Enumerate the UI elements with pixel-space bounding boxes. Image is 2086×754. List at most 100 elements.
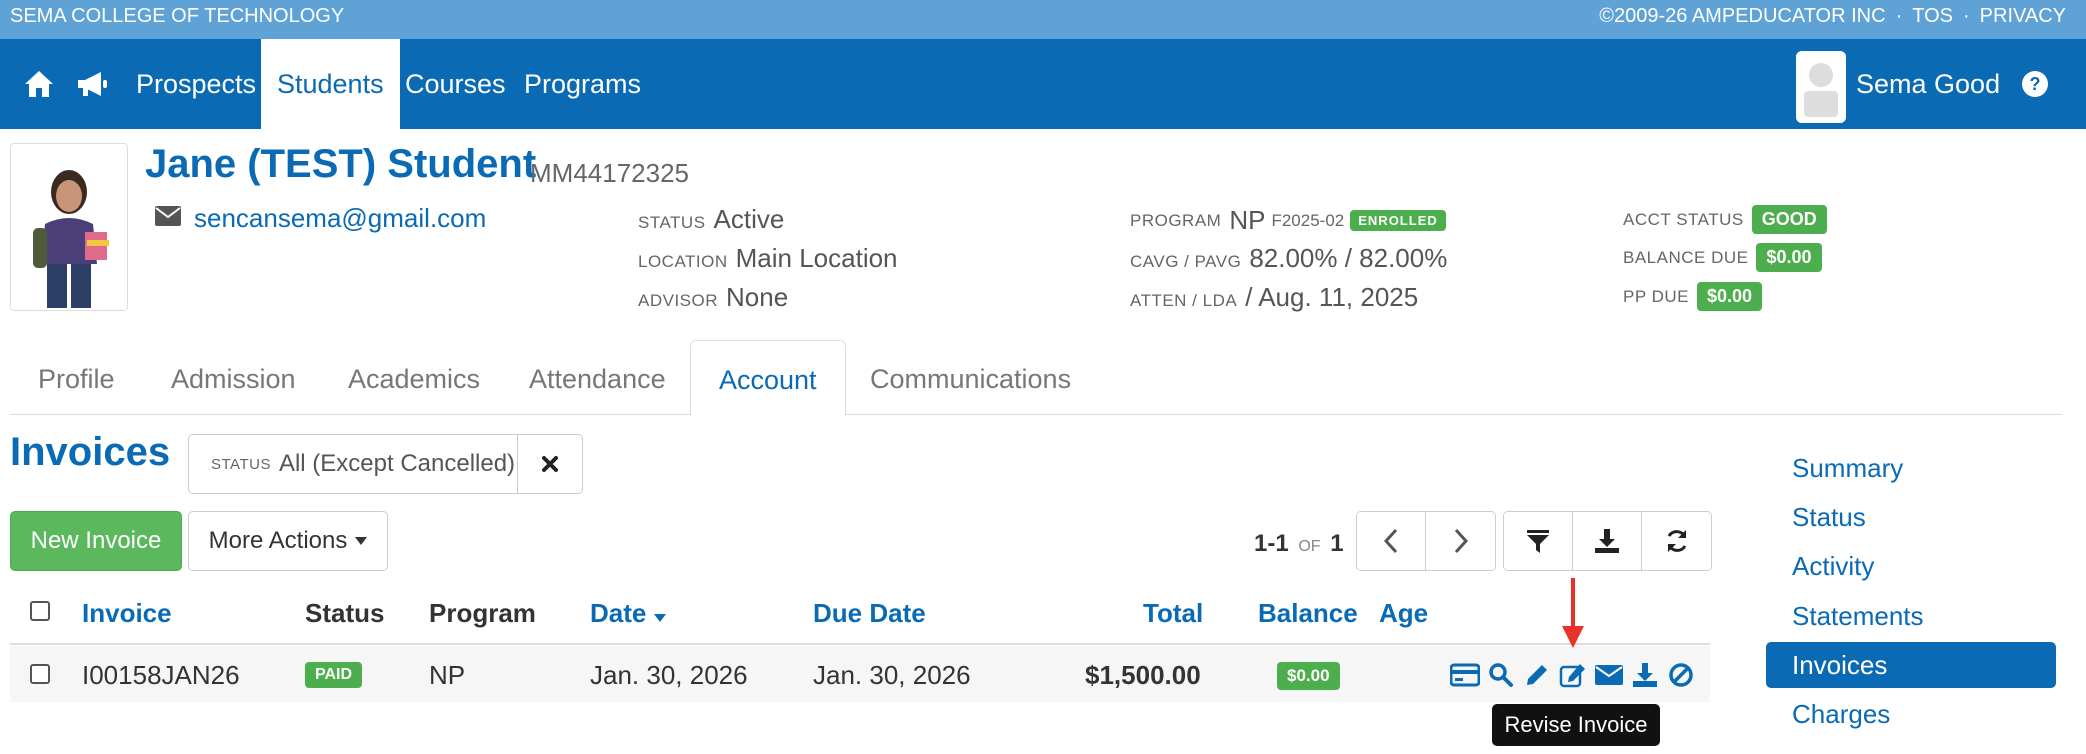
advisor-value: None	[726, 282, 789, 312]
col-status: Status	[305, 598, 385, 628]
row-checkbox[interactable]	[30, 664, 50, 684]
tab-communications[interactable]: Communications	[842, 340, 1099, 415]
annotation-arrow-shaft	[1571, 578, 1575, 628]
student-id: MM44172325	[530, 158, 689, 188]
sidebar-item-charges[interactable]: Charges	[1766, 691, 2056, 737]
select-all-checkbox[interactable]	[30, 601, 50, 621]
sidebar-item-invoices[interactable]: Invoices	[1766, 642, 2056, 688]
student-name: Jane (TEST) Student	[145, 142, 537, 186]
credit-card-icon[interactable]	[1450, 660, 1480, 690]
atten-value: / Aug. 11, 2025	[1245, 282, 1419, 312]
advisor-info: ADVISOR None	[638, 282, 788, 313]
student-photo	[10, 143, 128, 311]
balance-due-badge: $0.00	[1756, 243, 1822, 272]
table-header-divider	[10, 643, 1710, 645]
search-icon[interactable]	[1486, 660, 1516, 690]
more-actions-button[interactable]: More Actions	[188, 511, 388, 571]
clear-filter-button[interactable]	[518, 435, 582, 493]
pager-range: 1-1	[1254, 530, 1289, 557]
download-button[interactable]	[1573, 512, 1642, 570]
location-value: Main Location	[735, 243, 898, 273]
col-total[interactable]: Total	[1143, 598, 1203, 629]
next-page-button[interactable]	[1426, 512, 1495, 570]
email-link[interactable]: sencansema@gmail.com	[194, 203, 486, 234]
tab-account[interactable]: Account	[690, 340, 846, 416]
section-title: Invoices	[10, 430, 171, 474]
nav-courses[interactable]: Courses	[389, 39, 522, 129]
pager-of: OF	[1298, 538, 1321, 555]
copyright-text: ©2009-26 AMPEDUCATOR INC	[1599, 5, 1886, 27]
status-filter-select[interactable]: STATUS All (Except Cancelled)	[189, 435, 518, 493]
acct-status-info: ACCT STATUS GOOD	[1623, 205, 1827, 234]
status-filter[interactable]: STATUS All (Except Cancelled)	[188, 434, 583, 494]
svg-text:?: ?	[2030, 74, 2041, 94]
more-actions-label: More Actions	[208, 527, 348, 554]
prev-page-button[interactable]	[1357, 512, 1426, 570]
pager-buttons	[1356, 511, 1496, 571]
pp-due-badge: $0.00	[1697, 282, 1763, 311]
tab-profile[interactable]: Profile	[10, 340, 143, 415]
cavg-label: CAVG / PAVG	[1130, 252, 1242, 271]
student-tabs: Profile Admission Academics Attendance A…	[10, 340, 2062, 416]
atten-info: ATTEN / LDA / Aug. 11, 2025	[1130, 282, 1418, 313]
user-avatar[interactable]	[1796, 51, 1846, 123]
separator: ·	[1895, 5, 1903, 27]
filter-label: STATUS	[211, 455, 271, 473]
envelope-icon[interactable]	[1594, 660, 1624, 690]
download-icon[interactable]	[1630, 660, 1660, 690]
main-navbar: Prospects Students Courses Programs Sema…	[0, 39, 2086, 129]
invoice-total: $1,500.00	[1085, 660, 1201, 690]
col-due-date[interactable]: Due Date	[813, 598, 926, 629]
filter-value: All (Except Cancelled)	[278, 450, 516, 477]
balance-due-info: BALANCE DUE $0.00	[1623, 243, 1822, 272]
cavg-value: 82.00% / 82.00%	[1249, 243, 1448, 273]
new-invoice-button[interactable]: New Invoice	[10, 511, 182, 571]
balance-due-label: BALANCE DUE	[1623, 247, 1749, 267]
pencil-icon[interactable]	[1522, 660, 1552, 690]
nav-programs[interactable]: Programs	[508, 39, 657, 129]
col-program: Program	[429, 598, 536, 628]
user-name[interactable]: Sema Good	[1856, 39, 2000, 129]
col-invoice[interactable]: Invoice	[82, 598, 172, 629]
pp-due-info: PP DUE $0.00	[1623, 282, 1763, 311]
tab-admission[interactable]: Admission	[143, 340, 324, 415]
pager-total: 1	[1330, 530, 1344, 557]
sidebar-item-summary[interactable]: Summary	[1766, 445, 2056, 491]
col-balance[interactable]: Balance	[1258, 598, 1358, 629]
sidebar-item-statements[interactable]: Statements	[1766, 593, 2056, 639]
invoice-program: NP	[429, 660, 466, 690]
revise-invoice-tooltip: Revise Invoice	[1492, 704, 1660, 746]
invoice-date: Jan. 30, 2026	[590, 660, 748, 690]
sidebar-item-activity[interactable]: Activity	[1766, 543, 2056, 589]
sort-desc-icon	[653, 614, 666, 622]
megaphone-icon[interactable]	[74, 67, 108, 101]
pager-info: 1-1 OF 1	[1254, 530, 1344, 558]
acct-status-badge: GOOD	[1751, 205, 1827, 234]
home-icon[interactable]	[22, 67, 56, 101]
status-value: Active	[713, 204, 785, 234]
top-bar-links: ©2009-26 AMPEDUCATOR INC · TOS · PRIVACY	[1599, 5, 2066, 28]
help-icon[interactable]: ?	[2020, 69, 2050, 99]
nav-students[interactable]: Students	[261, 39, 400, 129]
cancel-icon[interactable]	[1666, 660, 1696, 690]
revise-invoice-icon[interactable]	[1558, 660, 1588, 690]
caret-down-icon	[355, 537, 368, 545]
privacy-link[interactable]: PRIVACY	[1980, 5, 2066, 28]
download-icon	[1595, 529, 1619, 553]
col-date[interactable]: Date	[590, 598, 666, 629]
sidebar-item-status[interactable]: Status	[1766, 494, 2056, 540]
filter-button[interactable]	[1504, 512, 1573, 570]
refresh-icon	[1667, 530, 1686, 552]
tab-attendance[interactable]: Attendance	[501, 340, 694, 415]
program-value: NP	[1229, 205, 1266, 235]
invoice-balance: $0.00	[1277, 662, 1340, 690]
refresh-button[interactable]	[1642, 512, 1711, 570]
chevron-right-icon	[1454, 528, 1468, 554]
status-label: STATUS	[638, 213, 706, 232]
invoice-number[interactable]: I00158JAN26	[82, 660, 240, 691]
col-age[interactable]: Age	[1379, 598, 1428, 629]
advisor-label: ADVISOR	[638, 291, 719, 310]
tos-link[interactable]: TOS	[1912, 5, 1953, 28]
nav-prospects[interactable]: Prospects	[120, 39, 272, 129]
tab-academics[interactable]: Academics	[320, 340, 508, 415]
